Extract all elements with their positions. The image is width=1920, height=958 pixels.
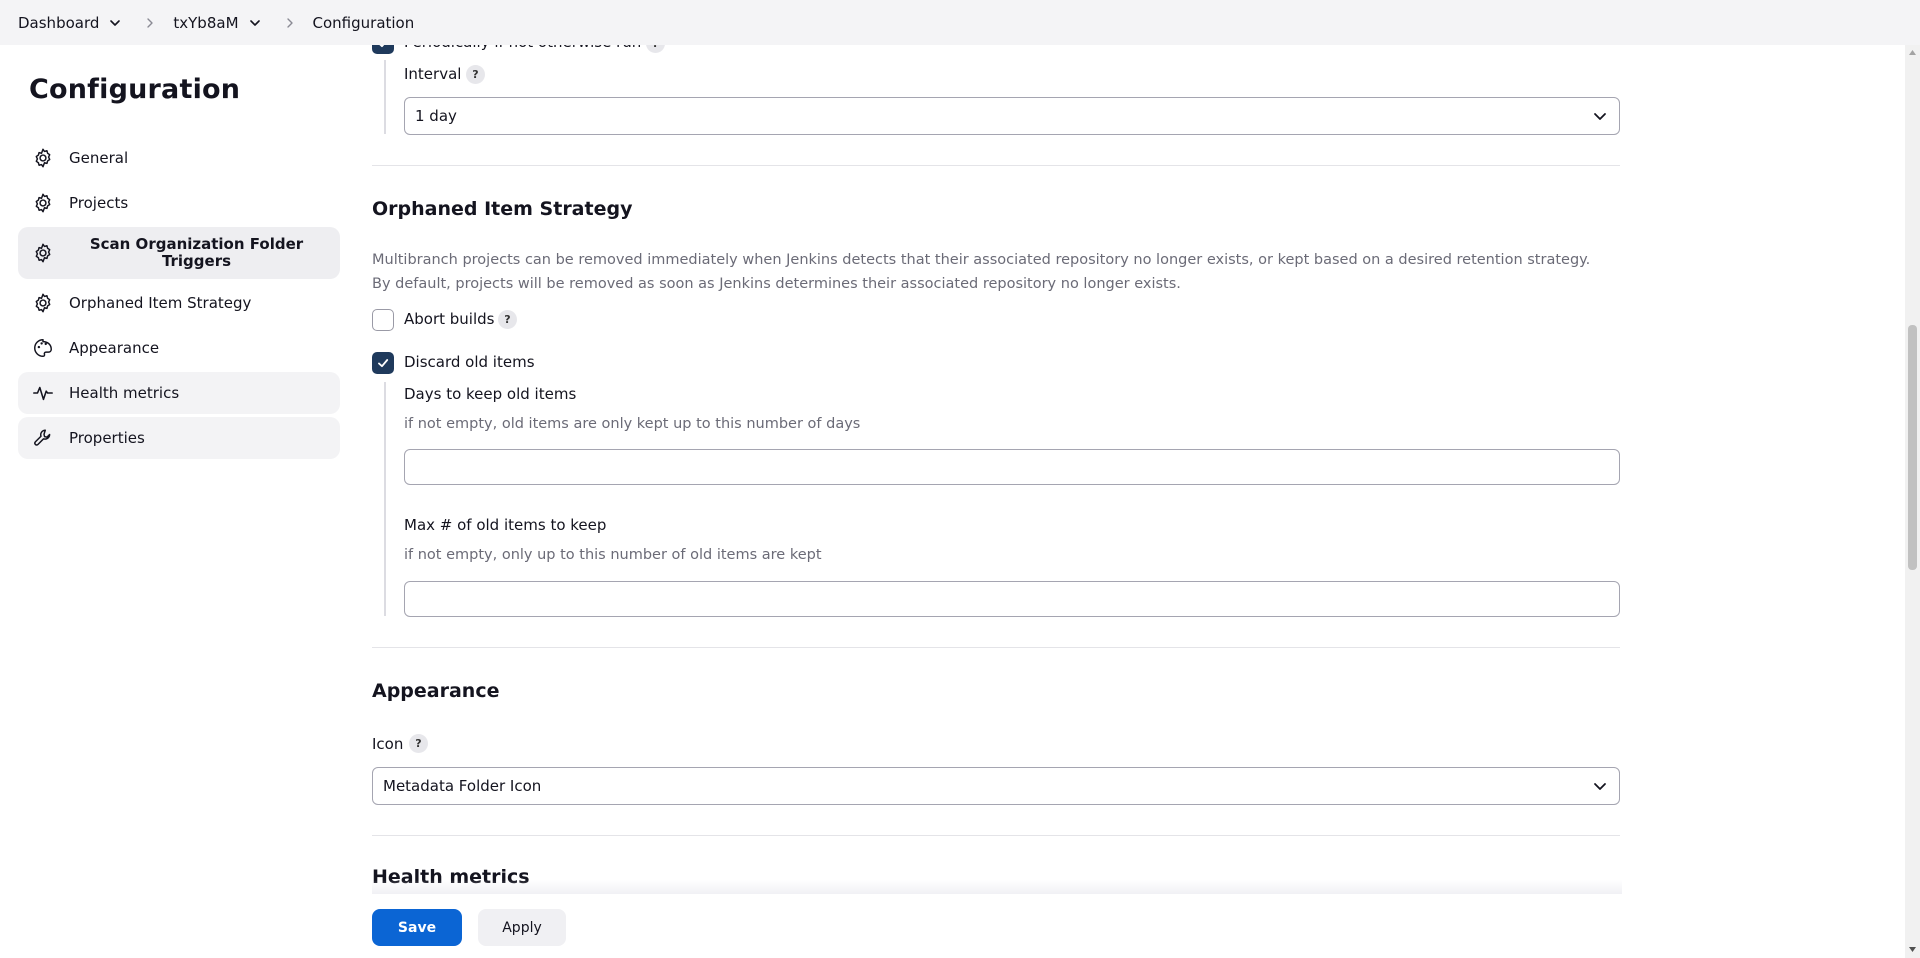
abort-builds-checkbox[interactable]: [372, 309, 394, 331]
palette-icon: [34, 339, 52, 357]
icon-select[interactable]: Metadata Folder Icon: [372, 767, 1620, 805]
appearance-section-title: Appearance: [372, 680, 500, 702]
nested-indent-line: [384, 60, 386, 134]
breadcrumb-dashboard: Dashboard: [18, 14, 139, 32]
sidebar-item-scan-triggers[interactable]: Scan Organization Folder Triggers: [18, 227, 340, 279]
sidebar-item-label: Properties: [69, 429, 145, 447]
discard-old-items-checkbox[interactable]: [372, 352, 394, 374]
breadcrumb-job: txYb8aM: [173, 14, 278, 32]
section-divider: [372, 165, 1620, 166]
max-items-input[interactable]: [404, 581, 1620, 617]
abort-builds-label: Abort builds: [404, 310, 495, 328]
gear-icon: [35, 193, 51, 213]
sidebar-item-label: Health metrics: [69, 384, 180, 402]
sidebar-item-appearance[interactable]: Appearance: [18, 327, 340, 369]
icon-select-value: Metadata Folder Icon: [383, 777, 542, 795]
form-actions-bar: Save Apply: [0, 894, 1905, 958]
chevron-down-icon: [1594, 783, 1606, 790]
sidebar-item-label: Appearance: [69, 339, 160, 357]
breadcrumb-dashboard-link[interactable]: Dashboard: [18, 14, 99, 32]
breadcrumb: Dashboard txYb8aM Configuration: [0, 0, 1920, 45]
bottom-bar-shadow: [372, 880, 1622, 894]
interval-select[interactable]: 1 day: [404, 97, 1620, 135]
sidebar-item-projects[interactable]: Projects: [18, 182, 340, 224]
sidebar-item-label: Projects: [69, 194, 129, 212]
days-to-keep-input[interactable]: [404, 449, 1620, 485]
days-to-keep-hint: if not empty, old items are only kept up…: [404, 416, 861, 432]
discard-old-items-label: Discard old items: [404, 353, 535, 371]
orphaned-section-title: Orphaned Item Strategy: [372, 198, 633, 220]
page-title: Configuration: [29, 74, 241, 105]
days-to-keep-label: Days to keep old items: [404, 385, 577, 403]
breadcrumb-job-link[interactable]: txYb8aM: [173, 14, 238, 32]
gear-icon: [35, 243, 51, 263]
sidebar-item-properties[interactable]: Properties: [18, 417, 340, 459]
breadcrumb-configuration: Configuration: [313, 14, 415, 32]
pulse-icon: [33, 386, 53, 401]
chevron-down-icon[interactable]: [249, 17, 261, 29]
chevron-down-icon: [1594, 113, 1606, 120]
sidebar-item-label: General: [69, 149, 129, 167]
interval-help-icon[interactable]: ?: [466, 65, 485, 84]
icon-help-icon[interactable]: ?: [409, 734, 428, 753]
apply-button[interactable]: Apply: [478, 909, 566, 946]
sidebar-nav: General Projects Scan Organization Folde…: [18, 137, 340, 462]
wrench-icon: [34, 429, 51, 446]
max-items-hint: if not empty, only up to this number of …: [404, 547, 822, 563]
section-divider: [372, 835, 1620, 836]
icon-label: Icon: [372, 735, 404, 753]
section-divider: [372, 647, 1620, 648]
abort-builds-help-icon[interactable]: ?: [498, 310, 517, 329]
configuration-form: Periodically if not otherwise run ? Inte…: [372, 0, 1620, 958]
sidebar-item-label: Scan Organization Folder Triggers: [89, 235, 304, 270]
chevron-right-icon: [147, 17, 154, 28]
page-scrollbar[interactable]: [1905, 45, 1920, 958]
sidebar-item-label: Orphaned Item Strategy: [69, 294, 252, 312]
sidebar-item-general[interactable]: General: [18, 137, 340, 179]
save-button[interactable]: Save: [372, 909, 462, 946]
interval-select-value: 1 day: [415, 107, 457, 125]
orphaned-description: Multibranch projects can be removed imme…: [372, 252, 1591, 292]
scroll-down-arrow-icon[interactable]: [1908, 945, 1917, 954]
max-items-label: Max # of old items to keep: [404, 516, 607, 534]
interval-label: Interval: [404, 65, 462, 83]
scrollbar-thumb[interactable]: [1908, 325, 1917, 570]
chevron-down-icon[interactable]: [109, 17, 121, 29]
chevron-right-icon: [286, 17, 293, 28]
sidebar-item-orphaned[interactable]: Orphaned Item Strategy: [18, 282, 340, 324]
check-icon: [378, 359, 389, 368]
nested-indent-line: [384, 382, 386, 616]
scroll-up-arrow-icon[interactable]: [1908, 48, 1917, 57]
gear-icon: [35, 293, 51, 313]
gear-icon: [35, 148, 51, 168]
sidebar-item-health-metrics[interactable]: Health metrics: [18, 372, 340, 414]
breadcrumb-configuration-label: Configuration: [312, 13, 415, 32]
